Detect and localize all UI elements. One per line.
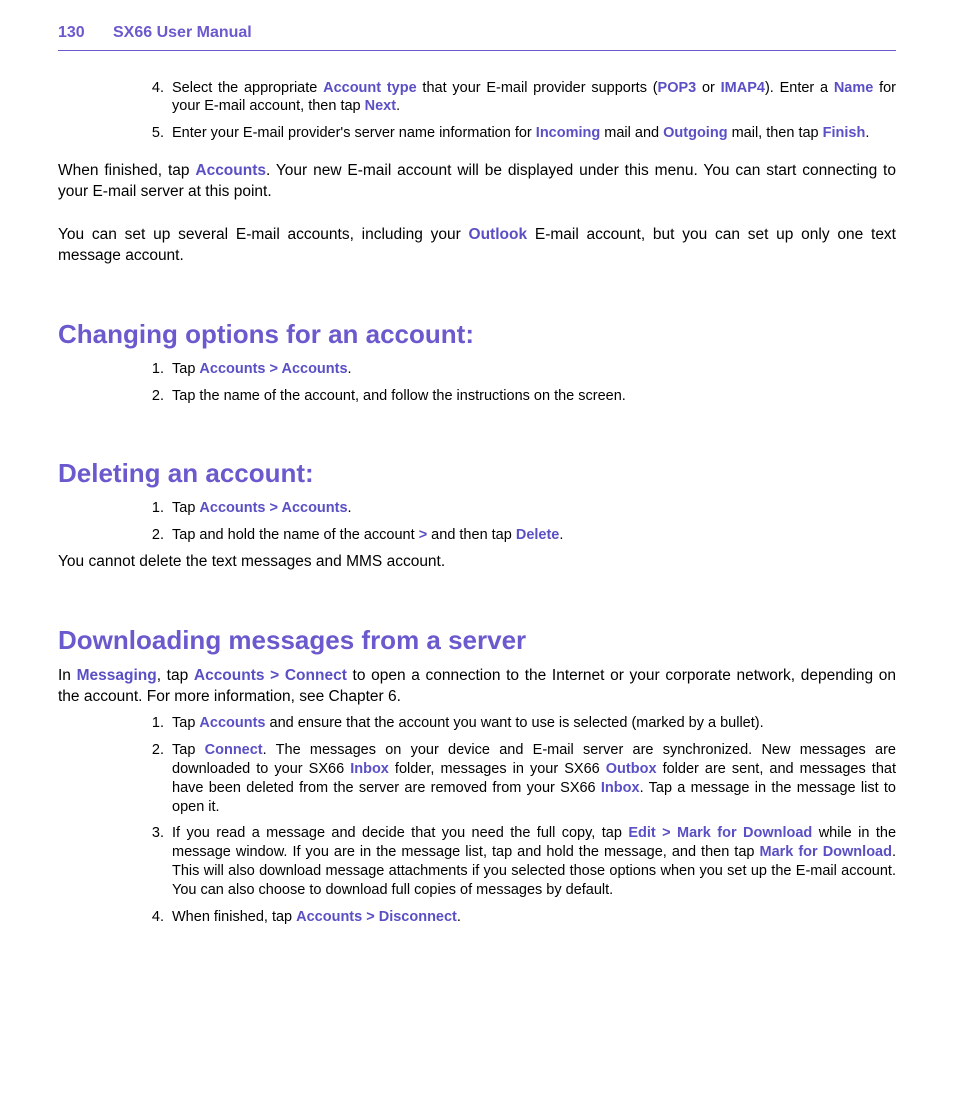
changing-options-steps: Tap Accounts > Accounts. Tap the name of… xyxy=(58,360,896,406)
multiple-accounts-paragraph: You can set up several E-mail accounts, … xyxy=(58,225,896,267)
step-5: Enter your E-mail provider's server name… xyxy=(168,124,896,143)
heading-deleting-account: Deleting an account: xyxy=(58,456,896,491)
manual-title: SX66 User Manual xyxy=(113,22,252,44)
intro-steps: Select the appropriate Account type that… xyxy=(58,79,896,144)
heading-changing-options: Changing options for an account: xyxy=(58,317,896,352)
dl-step-1: Tap Accounts and ensure that the account… xyxy=(168,714,896,733)
finished-paragraph: When finished, tap Accounts. Your new E-… xyxy=(58,161,896,203)
heading-downloading-messages: Downloading messages from a server xyxy=(58,623,896,658)
manual-page: 130 SX66 User Manual Select the appropri… xyxy=(0,0,954,1113)
downloading-intro: In Messaging, tap Accounts > Connect to … xyxy=(58,666,896,708)
changing-step-2: Tap the name of the account, and follow … xyxy=(168,387,896,406)
deleting-note: You cannot delete the text messages and … xyxy=(58,552,896,573)
dl-step-3: If you read a message and decide that yo… xyxy=(168,824,896,899)
step-4: Select the appropriate Account type that… xyxy=(168,79,896,117)
dl-step-4: When finished, tap Accounts > Disconnect… xyxy=(168,908,896,927)
page-header: 130 SX66 User Manual xyxy=(58,22,896,51)
deleting-step-2: Tap and hold the name of the account > a… xyxy=(168,526,896,545)
deleting-steps: Tap Accounts > Accounts. Tap and hold th… xyxy=(58,499,896,545)
downloading-steps: Tap Accounts and ensure that the account… xyxy=(58,714,896,926)
page-number: 130 xyxy=(58,22,113,44)
deleting-step-1: Tap Accounts > Accounts. xyxy=(168,499,896,518)
dl-step-2: Tap Connect. The messages on your device… xyxy=(168,741,896,816)
changing-step-1: Tap Accounts > Accounts. xyxy=(168,360,896,379)
